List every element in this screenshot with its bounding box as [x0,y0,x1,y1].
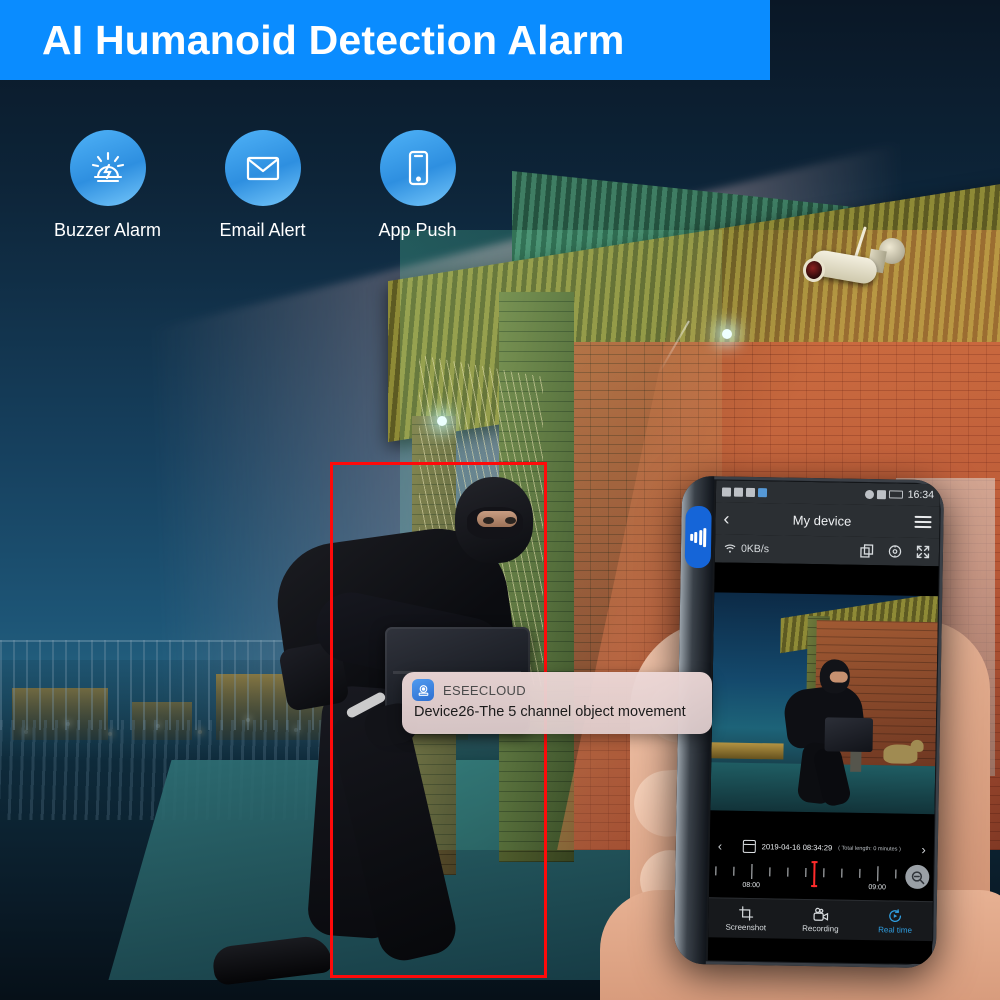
alarm-icon [864,489,874,499]
feature-label: Buzzer Alarm [53,220,162,240]
tab-label: Screenshot [725,922,767,932]
bottom-tab-bar: Screenshot Recording Real time [708,897,933,942]
target-icon[interactable] [888,544,902,558]
zoom-search-icon[interactable] [905,864,930,890]
timeline-next-icon[interactable]: › [921,842,926,857]
signal-bars-icon [684,505,712,569]
video-intruder [773,659,885,809]
back-icon[interactable]: ‹ [723,508,729,528]
signal-icon [733,487,744,497]
envelope-icon [224,130,301,206]
stream-toolbar: 0KB/s [714,534,940,567]
timeline-total-length: ( Total length: 0 minutes ) [838,845,901,853]
video-camera-icon [812,907,828,921]
tab-label: Recording [802,923,839,934]
notification-message: Device26-The 5 channel object movement [414,704,686,720]
feature-email-alert[interactable]: Email Alert [195,130,330,241]
crop-icon [738,905,754,921]
banner: AI Humanoid Detection Alarm [0,0,770,80]
realtime-play-icon [889,908,902,922]
notification-app-name: ESEECLOUD [443,682,526,698]
app-icon [757,487,768,497]
timeline-label: 08:00 [742,881,760,890]
vibrate-icon [876,489,886,499]
timeline-date: 2019-04-16 08:34:29 [761,842,833,853]
tab-recording[interactable]: Recording [783,900,858,940]
feature-buzzer-alarm[interactable]: Buzzer Alarm [40,130,175,241]
siren-alarm-icon [69,130,146,206]
layers-icon[interactable] [860,544,874,558]
battery-icon [888,490,903,499]
phone-screen: 16:34 ‹ My device 0KB/s ‹ 2019-04-16 08:… [707,480,941,965]
camera-antenna [854,226,867,258]
timeline-playhead[interactable] [813,861,816,888]
tab-real-time[interactable]: Real time [858,901,933,941]
timeline: ‹ 2019-04-16 08:34:29 ( Total length: 0 … [708,834,934,902]
device-title: My device [792,512,852,529]
timeline-prev-icon[interactable]: ‹ [718,838,723,853]
feature-app-push[interactable]: App Push [350,130,485,241]
tab-label: Real time [878,924,913,935]
wifi-icon [724,544,736,553]
smartphone-device: 16:34 ‹ My device 0KB/s ‹ 2019-04-16 08:… [673,475,945,969]
wifi-icon [745,487,756,497]
feature-list: Buzzer Alarm Email Alert App Push [40,130,485,241]
tab-screenshot[interactable]: Screenshot [708,898,783,938]
menu-icon[interactable] [914,515,932,529]
page-title: AI Humanoid Detection Alarm [42,16,625,63]
timeline-ruler[interactable]: 08:00 09:00 [709,857,934,899]
network-speed: 0KB/s [740,542,770,556]
smartphone-icon [379,130,456,206]
push-notification[interactable]: ESEECLOUD Device26-The 5 channel object … [402,672,712,734]
sd-card-icon [721,486,732,497]
nav-bar: ‹ My device [715,502,940,539]
camera-app-icon [412,679,434,701]
fullscreen-icon[interactable] [916,545,930,559]
promo-image: AI Humanoid Detection Alarm Buzzer Alarm [0,0,1000,1000]
timeline-label: 09:00 [868,884,886,892]
calendar-icon[interactable] [742,839,756,854]
security-camera [797,226,907,306]
status-time: 16:34 [907,488,935,502]
feature-label: Email Alert [219,220,306,240]
feature-label: App Push [378,220,457,240]
video-letterbox-top [714,562,939,597]
live-video-feed[interactable] [710,592,939,815]
